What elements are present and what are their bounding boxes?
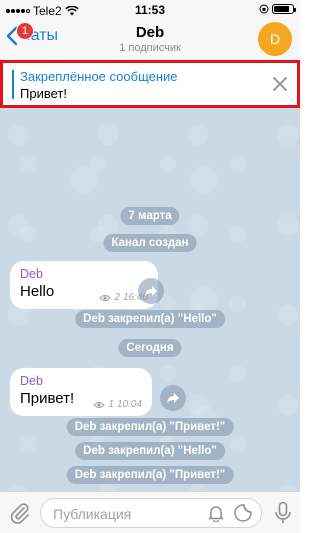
paperclip-icon[interactable] — [9, 502, 31, 524]
chat-subtitle: 1 подписчик — [119, 42, 181, 54]
date-pill: 7 марта — [120, 207, 180, 225]
service-name: Deb — [83, 313, 105, 325]
service-text: закрепил(а) "Hello" — [104, 445, 217, 457]
pinned-text: Привет! — [20, 86, 67, 101]
pinned-title: Закреплённое сообщение — [20, 69, 178, 84]
close-icon[interactable] — [271, 75, 289, 93]
status-bar: Tele2 11:53 — [0, 0, 300, 20]
message-sender: Deb — [20, 374, 43, 388]
message-sender: Deb — [20, 267, 43, 281]
share-arrow-icon — [145, 286, 157, 296]
status-time: 11:53 — [134, 3, 166, 17]
service-text: закрепил(а) "Привет!" — [96, 469, 226, 481]
microphone-icon[interactable] — [274, 501, 292, 525]
message-field[interactable] — [40, 498, 262, 528]
service-message: Deb закрепил(а) "Привет!" — [66, 466, 234, 484]
share-arrow-icon — [167, 393, 179, 403]
message-meta: 1 10:04 — [93, 399, 142, 410]
message-bubble[interactable]: Deb Привет! 1 10:04 — [10, 368, 152, 416]
pinned-accent-line — [12, 70, 14, 99]
avatar[interactable]: D — [258, 22, 292, 56]
service-text: закрепил(а) "Привет!" — [96, 421, 226, 433]
service-message: Deb закрепил(а) "Привет!" — [66, 418, 234, 436]
view-count: 2 — [114, 292, 120, 303]
service-name: Deb — [74, 421, 97, 433]
share-button[interactable] — [138, 278, 164, 304]
input-bar — [0, 491, 300, 533]
message-bubble[interactable]: Deb Hello 2 16:40 — [10, 261, 158, 309]
bell-icon[interactable] — [207, 504, 225, 522]
service-message: Deb закрепил(а) "Hello" — [75, 442, 225, 460]
share-button[interactable] — [160, 385, 186, 411]
message-input[interactable] — [53, 504, 203, 524]
service-message: Канал создан — [103, 234, 197, 252]
pinned-message-bar[interactable]: Закреплённое сообщение Привет! — [0, 60, 300, 108]
service-name: Deb — [83, 445, 105, 457]
chat-area[interactable]: 7 марта Канал создан Deb Hello 2 16:40 D… — [0, 108, 300, 491]
battery-icon — [272, 4, 296, 14]
status-right — [259, 4, 296, 14]
chat-header: 1 Чаты Deb 1 подписчик D — [0, 20, 300, 60]
eye-icon — [99, 294, 112, 301]
service-name: Deb — [74, 469, 97, 481]
view-count: 1 — [108, 399, 114, 410]
date-pill: Сегодня — [118, 339, 182, 357]
service-text: закрепил(а) "Hello" — [104, 313, 217, 325]
sticker-icon[interactable] — [233, 503, 253, 523]
orientation-lock-icon — [259, 4, 269, 14]
service-message: Deb закрепил(а) "Hello" — [75, 310, 225, 328]
message-time: 10:04 — [116, 399, 142, 410]
eye-icon — [93, 401, 106, 408]
chat-title[interactable]: Deb — [0, 24, 300, 41]
